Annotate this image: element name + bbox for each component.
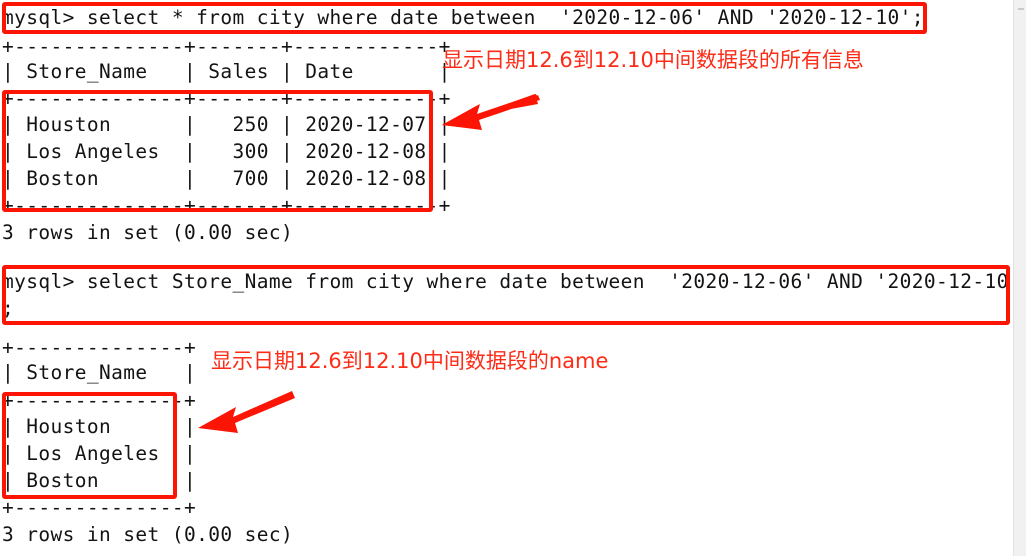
- screenshot-root: mysql> select * from city where date bet…: [0, 0, 1026, 556]
- table2-status-line: 3 rows in set (0.00 sec): [2, 523, 294, 546]
- table1-header-row: | Store_Name | Sales | Date |: [2, 60, 451, 83]
- table1-row: | Los Angeles | 300 | 2020-12-08 |: [2, 140, 451, 163]
- table1-status-line: 3 rows in set (0.00 sec): [2, 221, 294, 244]
- table2-separator-mid: +--------------+: [2, 389, 197, 412]
- sql-prompt-line-2: mysql> select Store_Name from city where…: [2, 270, 1021, 293]
- table1-separator-mid: +--------------+-------+------------+: [2, 87, 451, 110]
- table2-separator-bottom: +--------------+: [2, 496, 197, 519]
- table2-separator-top: +--------------+: [2, 336, 197, 359]
- table1-separator-top: +--------------+-------+------------+: [2, 35, 451, 58]
- sql-prompt-line-2-continued: ;: [2, 297, 15, 320]
- arrow-to-result-2: [198, 391, 295, 433]
- table2-row: | Houston |: [2, 415, 197, 438]
- table2-row: | Los Angeles |: [2, 442, 197, 465]
- table1-separator-bottom: +--------------+-------+------------+: [2, 194, 451, 217]
- gutter-tick-mark: [1018, 8, 1024, 10]
- table2-header-row: | Store_Name |: [2, 361, 197, 384]
- page-gutter-strip: [1013, 0, 1026, 556]
- annotation-text-1: 显示日期12.6到12.10中间数据段的所有信息: [442, 48, 864, 72]
- table2-row: | Boston |: [2, 469, 197, 492]
- sql-prompt-line-1: mysql> select * from city where date bet…: [2, 6, 924, 29]
- annotation-text-2: 显示日期12.6到12.10中间数据段的name: [211, 349, 609, 373]
- table1-row: | Houston | 250 | 2020-12-07 |: [2, 113, 451, 136]
- table1-row: | Boston | 700 | 2020-12-08 |: [2, 167, 451, 190]
